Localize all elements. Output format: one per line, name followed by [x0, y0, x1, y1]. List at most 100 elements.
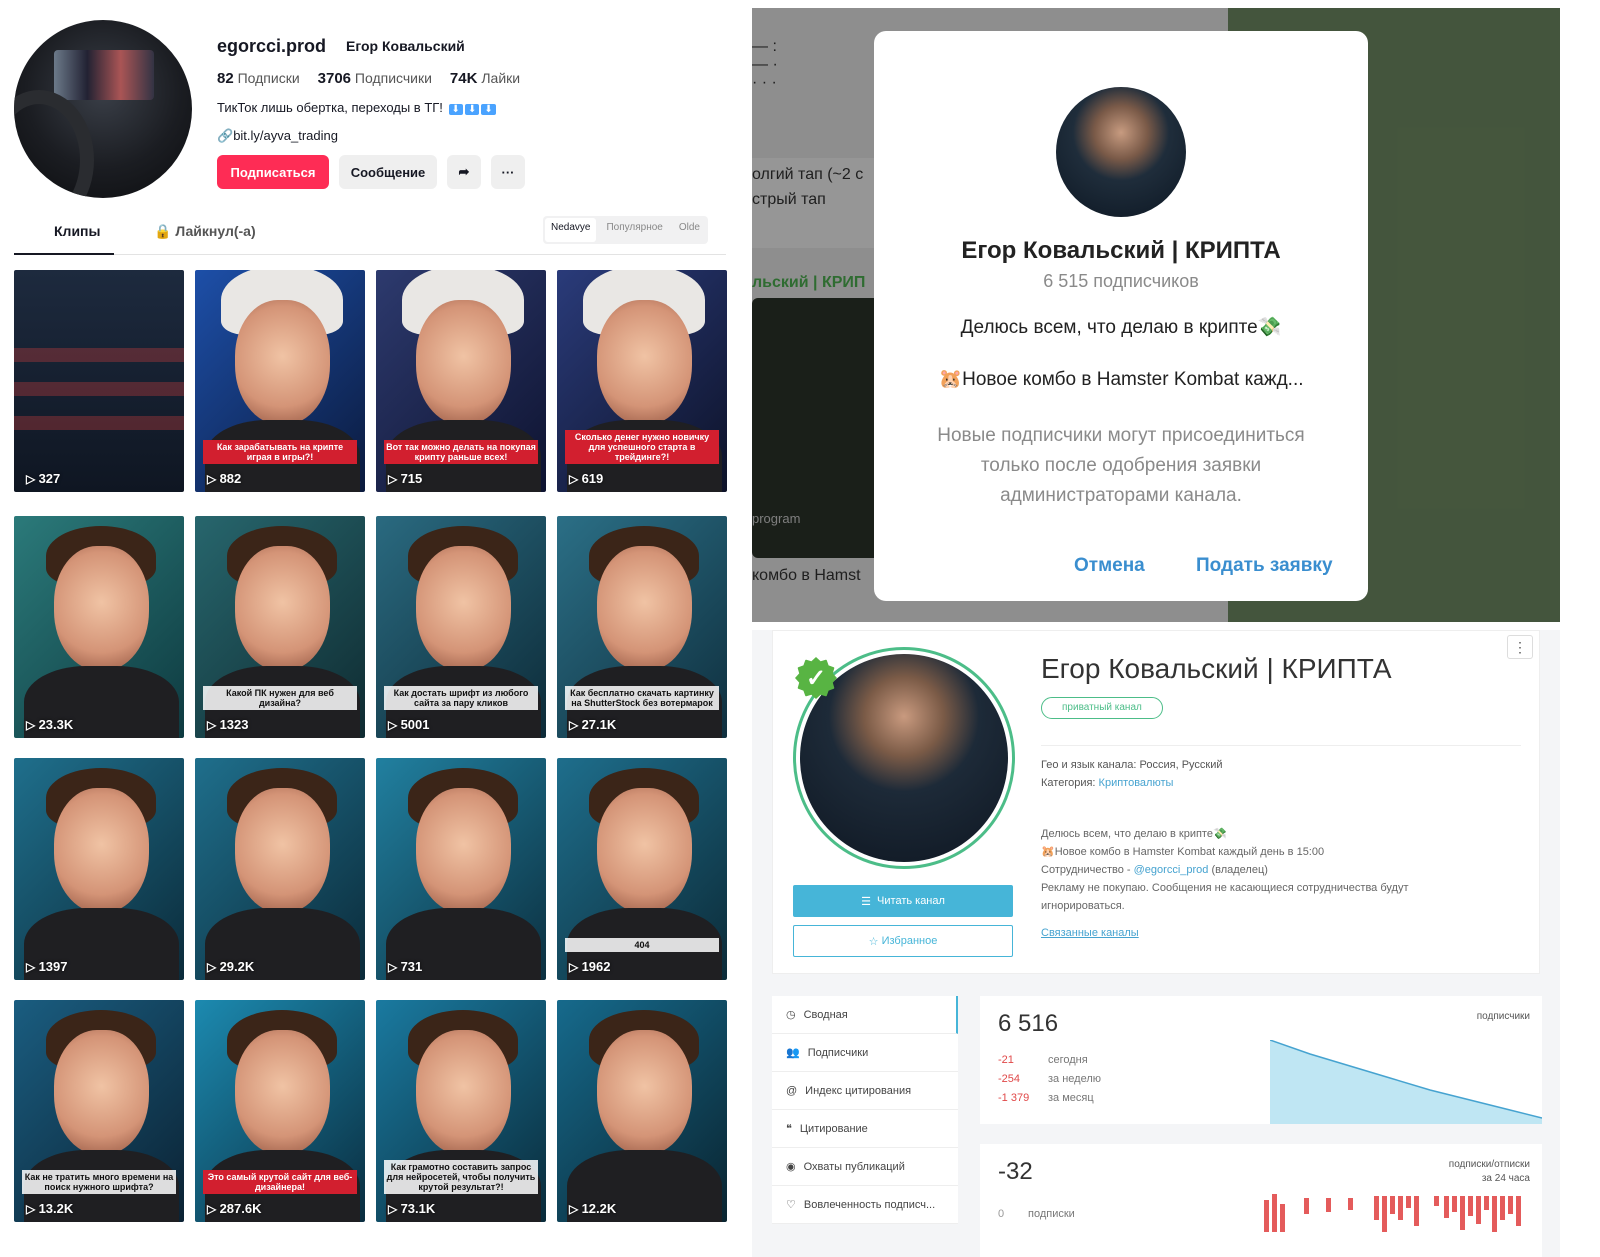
video-view-count: 13.2K [26, 1201, 74, 1216]
profile-avatar[interactable] [14, 20, 192, 198]
menu-engagement[interactable]: ♡ Вовлеченность подписч... [772, 1186, 958, 1224]
menu-subscribers[interactable]: 👥 Подписчики [772, 1034, 958, 1072]
share-button[interactable]: ➦ [447, 155, 481, 189]
sort-latest[interactable]: Nedavye [545, 218, 597, 242]
video-thumbnail[interactable]: 23.3K [14, 516, 184, 738]
video-view-count: 1323 [207, 717, 249, 732]
join-dialog: Егор Ковальский | КРИПТА 6 515 подписчик… [874, 31, 1368, 601]
video-view-count: 287.6K [207, 1201, 262, 1216]
chart-image [14, 340, 184, 450]
video-view-count: 12.2K [569, 1201, 617, 1216]
sort-popular[interactable]: Популярное [598, 216, 670, 244]
tiktok-profile: egorcci.prod Егор Ковальский 82 Подписки… [0, 0, 752, 1257]
tab-liked[interactable]: 🔒 Лайкнул(-а) [154, 223, 256, 240]
net-change-panel: -32 подписки/отписки за 24 часа 0 подписки [980, 1144, 1542, 1257]
list-icon: ☰ [861, 895, 878, 908]
channel-desc-line2: 🐹Новое комбо в Hamster Kombat кажд... [938, 369, 1304, 390]
menu-citations[interactable]: ❝ Цитирование [772, 1110, 958, 1148]
channel-about: Делюсь всем, что делаю в крипте💸 🐹Новое … [1041, 828, 1409, 912]
profile-link[interactable]: 🔗bit.ly/ayva_trading [217, 128, 338, 144]
tab-clips[interactable]: Клипы [54, 223, 100, 239]
video-thumbnail[interactable]: 12.2K [557, 1000, 727, 1222]
stats-menu: ◷ Сводная 👥 Подписчики @ Индекс цитирования… [772, 996, 958, 1224]
video-view-count: 27.1K [569, 717, 617, 732]
video-thumbnail[interactable]: Как грамотно составить запрос для нейрос… [376, 1000, 546, 1222]
video-thumbnail[interactable]: Как достать шрифт из любого сайта за пар… [376, 516, 546, 738]
video-view-count: 1962 [569, 959, 611, 974]
video-thumbnail[interactable]: 731 [376, 758, 546, 980]
video-thumbnail[interactable]: Это самый крутой сайт для веб-дизайнера!… [195, 1000, 365, 1222]
read-channel-button[interactable]: ☰ Читать канал [793, 885, 1013, 917]
subscribers-sparkline [1270, 1040, 1542, 1124]
video-thumbnail[interactable]: 404 1962 [557, 758, 727, 980]
video-view-count: 29.2K [207, 959, 255, 974]
net-change-label: подписки/отписки за 24 часа [1448, 1159, 1530, 1184]
video-caption: Какой ПК нужен для веб дизайна? [203, 686, 357, 710]
subscribers-label: подписчики [1476, 1011, 1530, 1022]
video-caption: Это самый крутой сайт для веб-дизайнера! [203, 1170, 357, 1194]
channel-avatar [1056, 87, 1186, 217]
video-thumbnail[interactable]: Как бесплатно скачать картинку на Shutte… [557, 516, 727, 738]
kebab-menu-icon[interactable]: ⋮ [1507, 635, 1533, 659]
geo-language: Гео и язык канала: Россия, Русский [1041, 759, 1223, 771]
arrow-down-icon: ⬇ [464, 104, 480, 115]
stat-following[interactable]: 82 Подписки [217, 70, 300, 87]
arrow-down-icon: ⬇ [481, 104, 496, 115]
channel-title: Егор Ковальский | КРИПТА [1041, 653, 1392, 684]
video-view-count: 23.3K [26, 717, 74, 732]
profile-username: egorcci.prod [217, 36, 327, 56]
heart-icon: ♡ [786, 1199, 796, 1211]
profile-display-name: Егор Ковальский [346, 38, 465, 54]
follow-button[interactable]: Подписаться [217, 155, 329, 189]
more-icon: ··· [501, 164, 515, 180]
video-thumbnail[interactable]: Вот так можно делать на покупая крипту р… [376, 270, 546, 492]
video-view-count: 73.1K [388, 1201, 436, 1216]
owner-link[interactable]: @egorcci_prod [1134, 864, 1209, 876]
menu-reach[interactable]: ◉ Охваты публикаций [772, 1148, 958, 1186]
category: Категория: Криптовалюты [1041, 777, 1174, 789]
net-change-value: -32 [998, 1158, 1033, 1185]
video-thumbnail[interactable]: 1397 [14, 758, 184, 980]
message-button[interactable]: Сообщение [339, 155, 437, 189]
video-view-count: 715 [388, 471, 423, 486]
video-thumbnail[interactable]: Как не тратить много времени на поиск ну… [14, 1000, 184, 1222]
video-thumbnail[interactable]: Как зарабатывать на крипте играя в игры?… [195, 270, 365, 492]
stat-followers[interactable]: 3706 Подписчики [318, 70, 432, 87]
tab-underline [14, 253, 114, 255]
clock-icon: ◷ [786, 1009, 796, 1021]
telegram-window: — : — · · · · олгий тап (~2 с стрый тап ль… [752, 8, 1560, 622]
video-caption: Сколько денег нужно новичку для успешног… [565, 430, 719, 464]
favorite-button[interactable]: ☆ Избранное [793, 925, 1013, 957]
subscribers-total: 6 516 [998, 1010, 1059, 1037]
cancel-button[interactable]: Отмена [1074, 555, 1145, 577]
video-view-count: 731 [388, 959, 423, 974]
profile-bio: ТикТок лишь обертка, переходы в ТГ! ⬇ ⬇ ⬇ [217, 100, 496, 115]
more-button[interactable]: ··· [491, 155, 525, 189]
video-caption: Как достать шрифт из любого сайта за пар… [384, 686, 538, 710]
at-icon: @ [786, 1084, 798, 1097]
star-icon: ☆ [868, 935, 882, 948]
apply-button[interactable]: Подать заявку [1196, 555, 1333, 577]
video-caption: Как бесплатно скачать картинку на Shutte… [565, 686, 719, 710]
video-view-count: 327 [26, 471, 61, 486]
video-thumbnail[interactable]: Сколько денег нужно новичку для успешног… [557, 270, 727, 492]
menu-citation-index[interactable]: @ Индекс цитирования [772, 1072, 958, 1110]
video-thumbnail[interactable]: Какой ПК нужен для веб дизайна? 1323 [195, 516, 365, 738]
video-thumbnail[interactable]: 29.2K [195, 758, 365, 980]
tgstat-page: ✓ ☰ Читать канал ☆ Избранное Егор Коваль… [752, 630, 1560, 1257]
net-change-bars [1264, 1194, 1521, 1232]
video-thumbnail[interactable]: 327 [14, 270, 184, 492]
delta-today: -21 сегодня [998, 1054, 1088, 1066]
net-row-subs: 0 подписки [998, 1208, 1075, 1220]
category-link[interactable]: Криптовалюты [1099, 777, 1174, 789]
quote-icon: ❝ [786, 1123, 792, 1135]
menu-summary[interactable]: ◷ Сводная [772, 996, 958, 1034]
channel-title: Егор Ковальский | КРИПТА [961, 237, 1281, 264]
sort-oldest[interactable]: Olde [671, 216, 708, 244]
video-view-count: 619 [569, 471, 604, 486]
approval-note: Новые подписчики могут присоединиться то… [937, 425, 1305, 506]
delta-month: -1 379 за месяц [998, 1092, 1094, 1104]
arrow-down-icon: ⬇ [448, 104, 463, 115]
related-channels-link[interactable]: Связанные каналы [1041, 927, 1139, 939]
video-view-count: 882 [207, 471, 242, 486]
